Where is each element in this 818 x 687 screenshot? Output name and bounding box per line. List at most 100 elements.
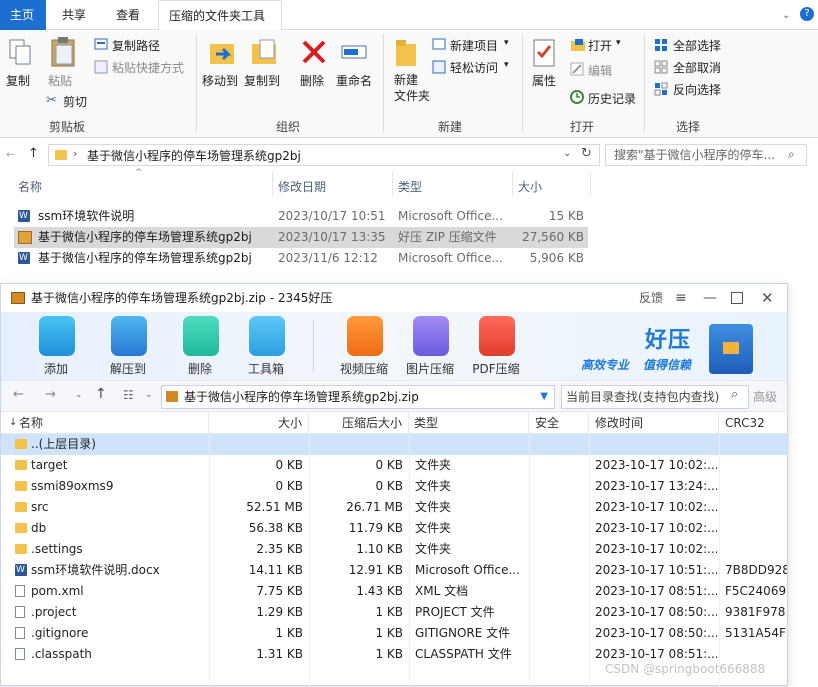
back-icon[interactable]: ← [6, 148, 15, 161]
archive-row[interactable]: ssm环境软件说明.docx 14.11 KB 12.91 KB Microsoft … [1, 560, 787, 581]
advanced-search-button[interactable]: 高级 [753, 388, 777, 405]
edit-button[interactable]: 编辑 [588, 62, 612, 79]
address-bar[interactable]: › 基于微信小程序的停车场管理系统gp2bj ⌄ ↻ [48, 144, 600, 166]
file-name: 基于微信小程序的停车场管理系统gp2bj [38, 251, 252, 265]
pdf-compress-button[interactable]: PDF压缩 [465, 314, 527, 378]
zip-delete-button[interactable]: 删除 [169, 314, 231, 378]
file-date: 2023/11/6 12:12 [278, 251, 378, 265]
archive-cell-type: 文件夹 [415, 458, 452, 472]
video-compress-button[interactable]: 视频压缩 [333, 314, 395, 378]
new-item-button[interactable]: 新建项目 [450, 37, 498, 54]
delete-button[interactable]: 删除 [300, 72, 324, 89]
chevron-down-icon: ▾ [504, 60, 509, 70]
archive-row[interactable]: pom.xml 7.75 KB 1.43 KB XML 文档 2023-10-17 08… [1, 581, 787, 602]
archive-cell-name: .settings [31, 542, 83, 556]
chevron-down-icon[interactable]: ⌄ [563, 148, 571, 159]
column-modified[interactable]: 修改时间 [589, 412, 719, 434]
tab-home[interactable]: 主页 [0, 0, 46, 30]
archive-search-input[interactable]: 当前目录查找(支持包内查找) [561, 385, 749, 409]
archive-cell-name: ssmi89oxms9 [31, 479, 114, 493]
new-folder-button[interactable]: 新建 文件夹 [394, 72, 430, 104]
file-row[interactable]: ssm环境软件说明 2023/10/17 10:51 Microsoft Off… [14, 206, 588, 227]
archive-row[interactable]: src 52.51 MB 26.71 MB 文件夹 2023-10-17 10:02:.… [1, 497, 787, 518]
extract-button[interactable]: 解压到 [97, 314, 159, 378]
up-icon[interactable]: ↑ [28, 146, 39, 161]
add-button[interactable]: 添加 [25, 314, 87, 378]
toolbox-button[interactable]: 工具箱 [235, 314, 297, 378]
column-type[interactable]: 类型 [398, 178, 422, 195]
archive-cell-name: pom.xml [31, 584, 84, 598]
feedback-link[interactable]: 反馈 [639, 284, 663, 312]
copy-button[interactable]: 复制 [6, 72, 30, 89]
archive-cell-modified: 2023-10-17 10:02:... [595, 521, 717, 535]
column-security[interactable]: 安全 [529, 412, 589, 434]
archive-row[interactable]: .settings 2.35 KB 1.10 KB 文件夹 2023-10-17 10:… [1, 539, 787, 560]
help-icon[interactable]: ? [800, 7, 814, 21]
csdn-watermark: CSDN @springboot666888 [605, 662, 766, 676]
archive-cell-type: Microsoft Office... [415, 563, 520, 577]
select-none-button[interactable]: 全部取消 [673, 59, 721, 76]
copy-icon [9, 39, 31, 65]
archive-row[interactable]: .gitignore 1 KB 1 KB GITIGNORE 文件 2023-10-17… [1, 623, 787, 644]
open-button[interactable]: 打开 [588, 37, 612, 54]
column-date[interactable]: 修改日期 [278, 178, 326, 195]
column-type[interactable]: 类型 [409, 412, 529, 434]
copy-path-button[interactable]: 复制路径 [112, 37, 160, 54]
haozip-toolbar: 添加 解压到 删除 工具箱 视频压缩 图片压缩 PDF压缩 好压 高效专业 值得 [1, 312, 787, 380]
ribbon-collapse-icon[interactable]: ⌄ [782, 10, 790, 21]
file-name: ssm环境软件说明 [38, 209, 135, 223]
address-path: 基于微信小程序的停车场管理系统gp2bj [87, 149, 301, 163]
move-to-button[interactable]: 移动到 [202, 72, 238, 89]
archive-row[interactable]: .project 1.29 KB 1 KB PROJECT 文件 2023-10-17 … [1, 602, 787, 623]
archive-path-field[interactable]: 基于微信小程序的停车场管理系统gp2bj.zip ▼ [161, 385, 555, 409]
up-icon[interactable]: ↑ [95, 386, 107, 402]
chevron-down-icon[interactable]: ⌄ [145, 390, 153, 400]
invert-selection-icon [654, 82, 668, 96]
paste-button[interactable]: 粘贴 [48, 72, 72, 89]
archive-cell-size: 1 KB [275, 626, 303, 640]
select-all-button[interactable]: 全部选择 [673, 37, 721, 54]
rename-button[interactable]: 重命名 [336, 72, 372, 89]
column-name[interactable]: 名称 [18, 178, 42, 195]
paste-shortcut-button[interactable]: 粘贴快捷方式 [112, 59, 184, 76]
column-size[interactable]: 大小 [518, 178, 542, 195]
column-name[interactable]: ↓ 名称 [1, 412, 209, 434]
sort-up-icon: ^ [135, 168, 143, 178]
history-dropdown-icon[interactable]: ⌄ [75, 390, 83, 400]
history-button[interactable]: 历史记录 [588, 90, 636, 107]
archive-cell-size: 1.31 KB [256, 647, 303, 661]
menu-icon[interactable]: ≡ [675, 284, 687, 312]
archive-cell-modified: 2023-10-17 10:02:... [595, 500, 717, 514]
delete-icon [302, 40, 326, 64]
new-folder-icon [396, 40, 416, 66]
tab-share[interactable]: 共享 [52, 0, 96, 30]
image-compress-button[interactable]: 图片压缩 [399, 314, 461, 378]
file-row[interactable]: 基于微信小程序的停车场管理系统gp2bj 2023/11/6 12:12 Mic… [14, 248, 588, 269]
view-mode-icon[interactable]: ☷ [123, 388, 134, 402]
minimize-icon[interactable]: — [703, 284, 717, 312]
archive-row[interactable]: ssmi89oxms9 0 KB 0 KB 文件夹 2023-10-17 13:24:.… [1, 476, 787, 497]
forward-icon[interactable]: → [45, 387, 56, 402]
close-icon[interactable]: ✕ [761, 284, 774, 312]
column-packed-size[interactable]: 压缩后大小 [309, 412, 409, 434]
archive-row[interactable]: db 56.38 KB 11.79 KB 文件夹 2023-10-17 10:02:..… [1, 518, 787, 539]
archive-cell-type: GITIGNORE 文件 [415, 626, 511, 640]
tab-compressed-folder-tools[interactable]: 压缩的文件夹工具 [158, 0, 282, 30]
tab-view[interactable]: 查看 [106, 0, 150, 30]
explorer-search-input[interactable]: 搜索"基于微信小程序的停车... [605, 144, 807, 166]
properties-button[interactable]: 属性 [532, 72, 556, 89]
column-crc32[interactable]: CRC32 [719, 412, 787, 434]
archive-row[interactable]: target 0 KB 0 KB 文件夹 2023-10-17 10:02:... [1, 455, 787, 476]
invert-selection-button[interactable]: 反向选择 [673, 81, 721, 98]
column-size[interactable]: 大小 [209, 412, 309, 434]
cut-button[interactable]: 剪切 [63, 93, 87, 110]
copy-to-button[interactable]: 复制到 [244, 72, 280, 89]
archive-cell-type: 文件夹 [415, 521, 452, 535]
archive-row[interactable]: ..(上层目录) [1, 434, 787, 455]
chevron-down-icon[interactable]: ▼ [540, 386, 548, 408]
easy-access-button[interactable]: 轻松访问 [450, 59, 498, 76]
maximize-icon[interactable] [731, 292, 743, 304]
back-icon[interactable]: ← [13, 387, 24, 402]
refresh-icon[interactable]: ↻ [581, 146, 592, 161]
file-row[interactable]: 基于微信小程序的停车场管理系统gp2bj 2023/10/17 13:35 好压… [14, 227, 588, 248]
